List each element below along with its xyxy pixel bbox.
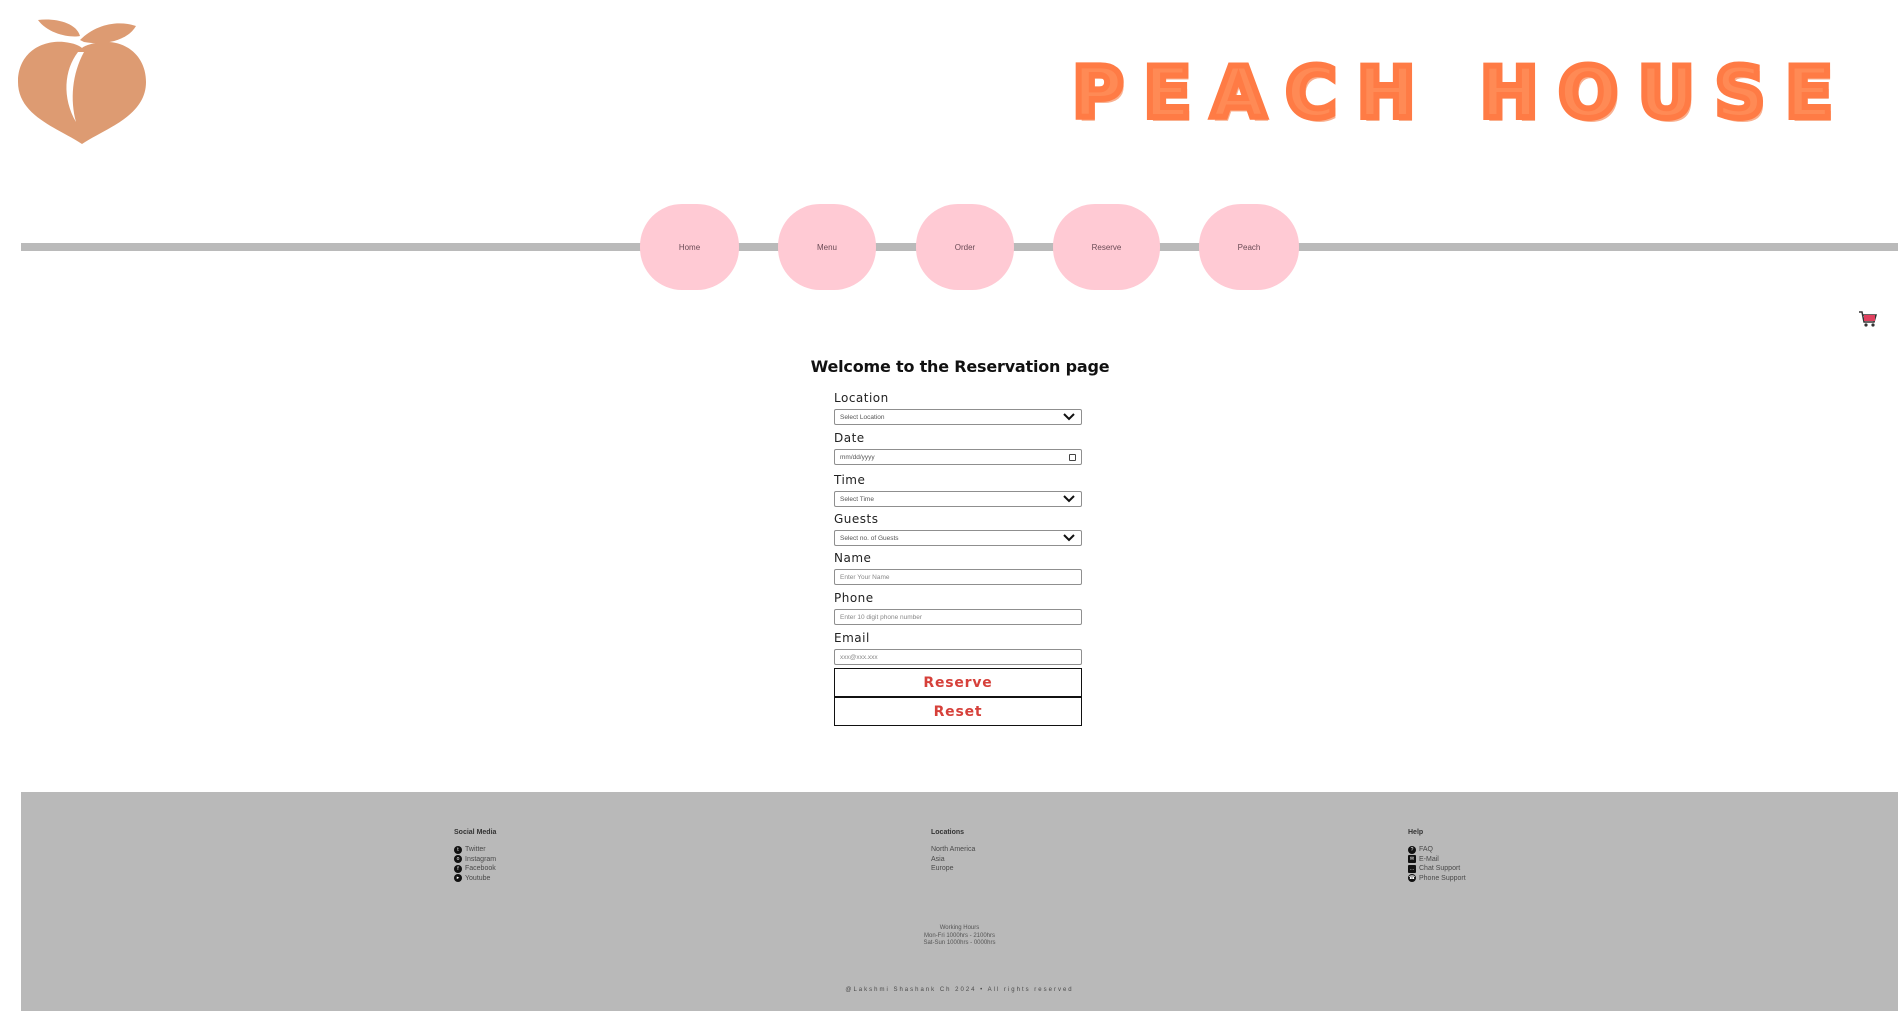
- instagram-icon: o: [454, 855, 462, 864]
- footer-location-item[interactable]: Asia: [931, 855, 975, 865]
- date-input[interactable]: mm/dd/yyyy: [834, 449, 1082, 465]
- guests-label: Guests: [834, 512, 879, 526]
- footer-link-facebook[interactable]: f Facebook: [454, 864, 496, 874]
- twitter-icon: t: [454, 845, 462, 854]
- nav-order[interactable]: Order: [916, 204, 1014, 290]
- footer: Social Media t Twitter o Instagram f Facebo…: [21, 792, 1898, 1011]
- chevron-down-icon: [1063, 534, 1075, 542]
- footer-link-label: Youtube: [465, 874, 491, 882]
- working-hours-title: Working Hours: [939, 925, 980, 931]
- footer-social-heading: Social Media: [454, 829, 497, 836]
- phone-input[interactable]: Enter 10 digit phone number: [834, 609, 1082, 625]
- footer-link-label: Phone Support: [1419, 874, 1466, 882]
- chat-icon: …: [1408, 864, 1416, 873]
- footer-link-chat[interactable]: … Chat Support: [1408, 864, 1466, 874]
- working-hours: Working Hours Mon-Fri 1000hrs - 2100hrs …: [21, 925, 1898, 948]
- peach-logo[interactable]: [18, 16, 146, 144]
- name-input-placeholder: Enter Your Name: [840, 573, 890, 581]
- footer-link-label: Twitter: [465, 846, 486, 854]
- guests-select-value: Select no. of Guests: [840, 534, 899, 542]
- brand-title: PEACH HOUSE: [1069, 49, 1853, 137]
- nav-peach[interactable]: Peach: [1199, 204, 1299, 290]
- email-input-placeholder: xxx@xxx.xxx: [840, 653, 878, 661]
- footer-link-label: Facebook: [465, 865, 496, 873]
- footer-link-label: E-Mail: [1419, 855, 1439, 863]
- question-icon: ?: [1408, 845, 1416, 854]
- footer-help: Help ? FAQ ✉ E-Mail … Chat Support ☎ Phone S…: [1408, 829, 1466, 883]
- page-title: Welcome to the Reservation page: [810, 357, 1110, 376]
- time-select-value: Select Time: [840, 495, 874, 503]
- footer-locations-heading: Locations: [931, 829, 965, 836]
- location-select[interactable]: Select Location: [834, 409, 1082, 425]
- date-input-value: mm/dd/yyyy: [840, 453, 875, 461]
- name-label: Name: [834, 551, 872, 565]
- footer-location-item[interactable]: Europe: [931, 864, 975, 874]
- working-hours-weekend: Sat-Sun 1000hrs - 0000hrs: [923, 940, 996, 946]
- email-input[interactable]: xxx@xxx.xxx: [834, 649, 1082, 665]
- nav-reserve[interactable]: Reserve: [1053, 204, 1160, 290]
- footer-link-instagram[interactable]: o Instagram: [454, 855, 496, 865]
- facebook-icon: f: [454, 864, 462, 873]
- footer-link-email[interactable]: ✉ E-Mail: [1408, 855, 1466, 865]
- footer-link-youtube[interactable]: ▸ Youtube: [454, 874, 496, 884]
- working-hours-weekdays: Mon-Fri 1000hrs - 2100hrs: [923, 932, 996, 939]
- nav-home[interactable]: Home: [640, 204, 739, 290]
- email-label: Email: [834, 631, 870, 645]
- location-select-value: Select Location: [840, 413, 885, 421]
- footer-link-label: Instagram: [465, 855, 497, 863]
- footer-locations: Locations North America Asia Europe: [931, 829, 975, 874]
- footer-social: Social Media t Twitter o Instagram f Facebo…: [454, 829, 496, 883]
- footer-link-twitter[interactable]: t Twitter: [454, 845, 496, 855]
- location-label: Location: [834, 391, 889, 405]
- phone-label: Phone: [834, 591, 874, 605]
- copyright: @Lakshmi Shashank Ch 2024 • All rights r…: [845, 987, 1074, 993]
- footer-link-faq[interactable]: ? FAQ: [1408, 845, 1466, 855]
- footer-location-item[interactable]: North America: [931, 845, 975, 855]
- calendar-icon[interactable]: [1069, 454, 1076, 461]
- name-input[interactable]: Enter Your Name: [834, 569, 1082, 585]
- footer-help-heading: Help: [1408, 829, 1424, 836]
- mail-icon: ✉: [1408, 855, 1416, 864]
- footer-link-label: FAQ: [1419, 846, 1434, 854]
- phone-icon: ☎: [1408, 874, 1416, 883]
- nav-menu[interactable]: Menu: [778, 204, 876, 290]
- date-label: Date: [834, 431, 865, 445]
- reserve-button[interactable]: Reserve: [834, 668, 1082, 697]
- phone-input-placeholder: Enter 10 digit phone number: [840, 613, 923, 621]
- chevron-down-icon: [1063, 495, 1075, 503]
- time-select[interactable]: Select Time: [834, 491, 1082, 507]
- youtube-icon: ▸: [454, 874, 462, 883]
- footer-link-label: Chat Support: [1419, 865, 1461, 873]
- chevron-down-icon: [1063, 413, 1075, 421]
- guests-select[interactable]: Select no. of Guests: [834, 530, 1082, 546]
- shopping-cart-icon[interactable]: [1858, 309, 1878, 329]
- footer-link-phone[interactable]: ☎ Phone Support: [1408, 874, 1466, 884]
- time-label: Time: [834, 473, 866, 487]
- reset-button[interactable]: Reset: [834, 697, 1082, 726]
